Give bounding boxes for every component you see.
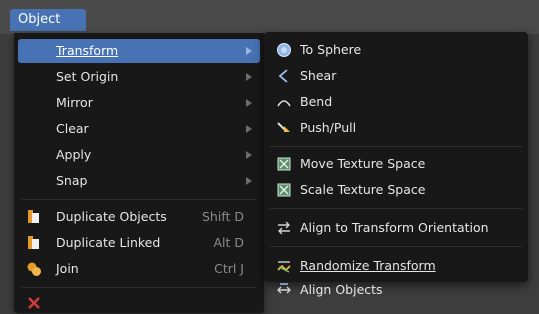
object-menu: Transform Set Origin Mirror Clear Apply … [14,33,264,313]
menu-item-label: Join [56,261,79,276]
duplicate-linked-icon [26,235,42,251]
transform-submenu: To Sphere Shear Bend Push/Pull Move Text… [264,32,528,297]
menu-item-label: Duplicate Linked [56,235,161,250]
menu-item-join[interactable]: Join Ctrl J [18,257,260,281]
submenu-arrow-icon [246,125,252,133]
shortcut-label: Ctrl J [214,261,244,276]
submenu-item-bend[interactable]: Bend [268,90,524,114]
menu-item-label: Duplicate Objects [56,209,167,224]
submenu-arrow-icon [246,47,252,55]
submenu-item-move-texture-space[interactable]: Move Texture Space [268,152,524,176]
shortcut-label: Shift D [201,209,244,224]
menu-separator [22,199,256,200]
menu-item-duplicate-objects[interactable]: Duplicate Objects Shift D [18,205,260,229]
menu-item-snap[interactable]: Snap [18,169,260,193]
submenu-item-align-to-transform-orientation[interactable]: Align to Transform Orientation [268,216,524,240]
menu-item-label: Transform [56,43,119,58]
menu-item-label: To Sphere [300,42,362,57]
menu-separator [270,246,522,247]
menu-item-label: Move Texture Space [300,156,426,171]
shear-icon [276,68,292,84]
submenu-item-shear[interactable]: Shear [268,64,524,88]
submenu-item-randomize-transform[interactable]: Randomize Transform [268,254,524,278]
join-icon [26,261,42,277]
duplicate-icon [26,209,42,225]
menu-item-label: Align to Transform Orientation [300,220,489,235]
shortcut-label: Alt D [213,235,244,250]
object-menu-button[interactable]: Object [10,9,86,31]
menu-item-transform[interactable]: Transform [18,39,260,63]
menu-item-label: Snap [56,173,88,188]
submenu-item-align-objects[interactable]: Align Objects [268,278,524,302]
scale-texture-space-icon [276,182,292,198]
menu-item-label: Set Origin [56,69,119,84]
randomize-icon [276,258,292,274]
menu-item-duplicate-linked[interactable]: Duplicate Linked Alt D [18,231,260,255]
align-objects-icon [276,282,292,298]
submenu-item-to-sphere[interactable]: To Sphere [268,38,524,62]
menu-item-mirror[interactable]: Mirror [18,91,260,115]
menu-item-label: Shear [300,68,337,83]
move-texture-space-icon [276,156,292,172]
push-pull-icon [276,120,292,136]
menu-item-set-origin[interactable]: Set Origin [18,65,260,89]
menu-item-label: Push/Pull [300,120,357,135]
menu-item-label: Mirror [56,95,93,110]
align-orientation-icon [276,220,292,236]
sphere-icon [276,42,292,58]
menu-item-label: Randomize Transform [300,258,436,273]
menu-item-label: Align Objects [300,282,383,297]
submenu-arrow-icon [246,99,252,107]
submenu-arrow-icon [246,177,252,185]
menu-item-clear[interactable]: Clear [18,117,260,141]
menu-separator [22,287,256,288]
menu-item-apply[interactable]: Apply [18,143,260,167]
delete-icon [26,295,42,311]
submenu-arrow-icon [246,73,252,81]
bend-icon [276,94,292,110]
submenu-item-scale-texture-space[interactable]: Scale Texture Space [268,178,524,202]
submenu-item-push-pull[interactable]: Push/Pull [268,116,524,140]
header-bar: Object [0,0,539,34]
menu-item-label: Scale Texture Space [300,182,426,197]
menu-item-label: Apply [56,147,92,162]
menu-item-label: Bend [300,94,333,109]
menu-item-label: Clear [56,121,89,136]
submenu-arrow-icon [246,151,252,159]
menu-separator [270,208,522,209]
menu-separator [270,146,522,147]
